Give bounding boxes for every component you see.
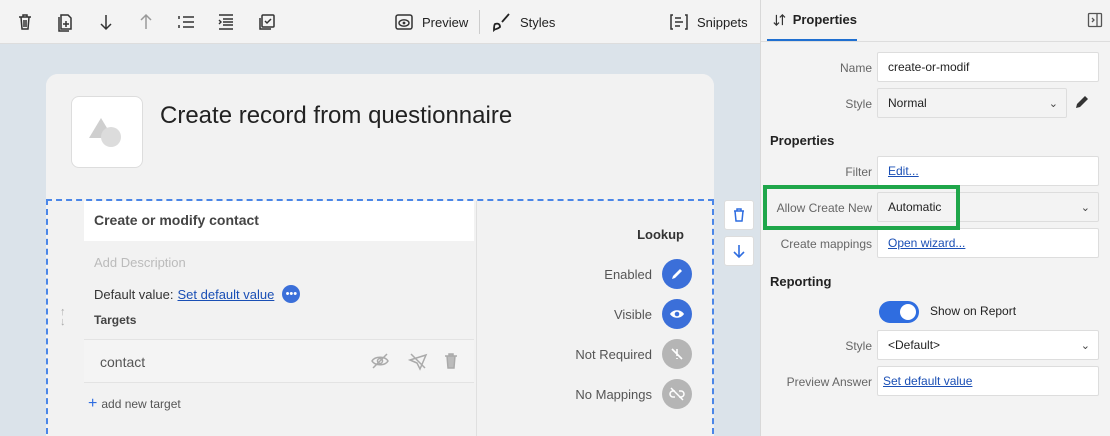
target-name: contact: [100, 354, 146, 370]
send-off-icon[interactable]: [408, 351, 428, 371]
toolbar: Preview Styles Snippets: [0, 0, 760, 44]
option-no-mappings[interactable]: No Mappings: [575, 379, 692, 409]
styles-button[interactable]: Styles: [492, 8, 555, 36]
snippets-button[interactable]: Snippets: [669, 8, 748, 36]
lookup-label: Lookup: [637, 227, 684, 242]
style-label: Style: [845, 97, 872, 111]
list-icon[interactable]: [175, 11, 197, 33]
allow-create-select[interactable]: Automatic ⌄: [877, 192, 1099, 222]
delete-section-button[interactable]: [724, 200, 754, 230]
questionnaire-card: Create record from questionnaire ↑ ↓ Crea…: [46, 74, 714, 436]
eye-icon: [395, 14, 413, 30]
option-label: Enabled: [604, 266, 652, 282]
name-value: create-or-modif: [888, 60, 970, 74]
tab-properties[interactable]: Properties: [767, 0, 857, 41]
show-on-report-label: Show on Report: [930, 304, 1017, 318]
filter-field[interactable]: Edit...: [877, 156, 1099, 186]
shapes-icon: [89, 118, 121, 147]
default-value-label: Default value:: [94, 286, 174, 302]
description-placeholder[interactable]: Add Description: [94, 255, 186, 270]
style-value: Normal: [888, 96, 927, 110]
question-section[interactable]: ↑ ↓ Create or modify contact Add Descript…: [46, 199, 714, 436]
properties-panel: Properties Name create-or-modif Style No…: [760, 0, 1110, 436]
filter-label: Filter: [845, 165, 872, 179]
arrow-up-icon[interactable]: [135, 11, 157, 33]
eye-icon[interactable]: [662, 299, 692, 329]
logo-placeholder[interactable]: [71, 96, 143, 168]
report-style-select[interactable]: <Default> ⌄: [877, 330, 1099, 360]
styles-label: Styles: [520, 14, 556, 30]
snippets-icon: [670, 14, 688, 30]
option-label: Visible: [613, 306, 652, 322]
snippets-label: Snippets: [697, 14, 748, 30]
properties-section-title: Properties: [770, 133, 835, 148]
option-enabled[interactable]: Enabled: [604, 259, 692, 289]
plus-icon: +: [88, 395, 98, 412]
pencil-icon[interactable]: [662, 259, 692, 289]
arrow-down-icon: [733, 245, 745, 259]
move-down-button[interactable]: [724, 236, 754, 266]
default-value-row: Default value: Set default value •••: [94, 285, 301, 303]
preview-answer-label: Preview Answer: [786, 375, 872, 389]
preview-label: Preview: [422, 14, 469, 30]
outline-icon[interactable]: [215, 11, 237, 33]
show-on-report-toggle[interactable]: [879, 301, 919, 323]
more-options-button[interactable]: •••: [282, 285, 301, 303]
targets-label: Targets: [94, 313, 137, 327]
section-actions: [724, 200, 754, 272]
lookup-pane: Lookup Enabled Visible Not Required No M…: [476, 201, 714, 436]
set-default-value-link[interactable]: Set default value: [178, 287, 275, 302]
collapse-panel-icon[interactable]: [1087, 12, 1103, 28]
add-target-label: add new target: [101, 397, 181, 411]
edit-style-icon[interactable]: [1074, 94, 1090, 110]
question-pane: Create or modify contact Add Description…: [84, 201, 474, 436]
filter-edit-link[interactable]: Edit...: [888, 164, 919, 178]
card-header: Create record from questionnaire: [46, 74, 714, 194]
trash-icon[interactable]: [441, 351, 461, 371]
panel-header: Properties: [761, 0, 1110, 42]
required-off-icon[interactable]: [662, 339, 692, 369]
reporting-section-title: Reporting: [770, 274, 832, 289]
drag-handle-icon[interactable]: ↑ ↓: [60, 307, 66, 328]
trash-icon: [734, 208, 744, 222]
question-title[interactable]: Create or modify contact: [84, 201, 474, 241]
toolbar-separator: [479, 10, 480, 34]
eye-off-icon[interactable]: [370, 351, 390, 371]
trash-icon[interactable]: [14, 11, 36, 33]
page-title[interactable]: Create record from questionnaire: [160, 102, 512, 130]
target-row[interactable]: contact: [84, 339, 474, 383]
option-not-required[interactable]: Not Required: [575, 339, 692, 369]
option-visible[interactable]: Visible: [614, 299, 692, 329]
add-page-icon[interactable]: [54, 11, 76, 33]
allow-create-value: Automatic: [888, 200, 942, 214]
chevron-down-icon: ⌄: [1048, 98, 1058, 110]
brush-icon: [493, 13, 510, 32]
sort-icon: [773, 13, 786, 26]
report-style-label: Style: [845, 339, 872, 353]
add-target-button[interactable]: + add new target: [88, 395, 181, 413]
preview-button[interactable]: Preview: [394, 8, 468, 36]
style-select[interactable]: Normal ⌄: [877, 88, 1067, 118]
create-mappings-label: Create mappings: [780, 237, 872, 251]
allow-create-label: Allow Create New: [776, 201, 872, 215]
name-label: Name: [839, 61, 872, 75]
tab-label: Properties: [792, 12, 857, 27]
preview-answer-field[interactable]: Set default value: [877, 366, 1099, 396]
report-style-value: <Default>: [888, 338, 941, 352]
option-label: Not Required: [575, 346, 652, 362]
create-mappings-field[interactable]: Open wizard...: [877, 228, 1099, 258]
preview-answer-link[interactable]: Set default value: [883, 374, 972, 388]
checkbox-icon[interactable]: [256, 11, 278, 33]
arrow-down-icon[interactable]: [95, 11, 117, 33]
design-canvas: Create record from questionnaire ↑ ↓ Crea…: [0, 44, 760, 436]
chevron-down-icon: ⌄: [1080, 202, 1090, 214]
open-wizard-link[interactable]: Open wizard...: [888, 236, 965, 250]
option-label: No Mappings: [575, 386, 652, 402]
chevron-down-icon: ⌄: [1080, 340, 1090, 352]
name-input[interactable]: create-or-modif: [877, 52, 1099, 82]
link-off-icon[interactable]: [662, 379, 692, 409]
